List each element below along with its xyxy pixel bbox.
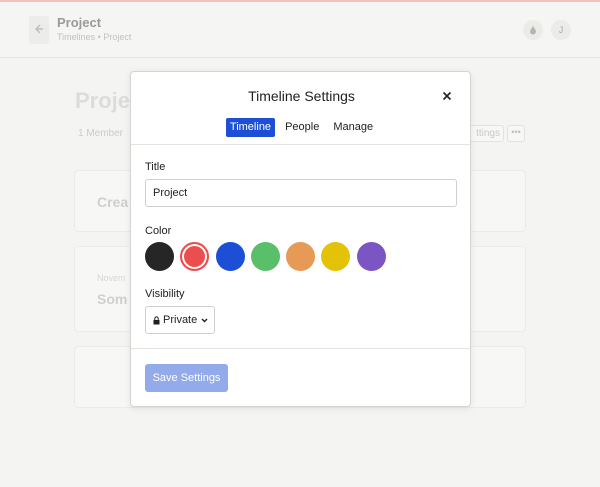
visibility-value: Private xyxy=(163,314,198,326)
chevron-down-icon xyxy=(201,318,208,323)
color-label: Color xyxy=(145,225,172,237)
tab-people[interactable]: People xyxy=(281,118,323,137)
background-members: 1 Member xyxy=(78,128,124,139)
project-title: Project xyxy=(57,15,102,30)
color-swatch[interactable] xyxy=(356,242,386,271)
tab-timeline[interactable]: Timeline xyxy=(225,118,276,137)
arrow-left-icon xyxy=(33,22,45,38)
drop-icon[interactable] xyxy=(523,20,543,40)
color-swatch[interactable] xyxy=(250,242,280,271)
top-bar: Project Timelines • Project J xyxy=(0,2,600,58)
background-card-date: Novem xyxy=(97,273,126,283)
title-input[interactable] xyxy=(145,179,457,207)
avatar[interactable]: J xyxy=(551,20,571,40)
close-button[interactable] xyxy=(437,87,457,107)
back-button[interactable] xyxy=(29,16,49,44)
tab-bar: Timeline People Manage xyxy=(131,118,472,137)
background-card-title: Crea xyxy=(97,194,129,210)
visibility-label: Visibility xyxy=(145,288,185,300)
color-swatch[interactable] xyxy=(321,242,351,271)
divider xyxy=(131,144,472,145)
color-swatch[interactable] xyxy=(145,242,174,271)
modal-title: Timeline Settings xyxy=(248,88,355,104)
lock-icon xyxy=(153,315,160,325)
tab-manage[interactable]: Manage xyxy=(329,118,377,137)
color-swatch[interactable] xyxy=(180,242,210,271)
timeline-settings-modal: Timeline Settings Timeline People Manage… xyxy=(130,71,472,407)
save-settings-button[interactable]: Save Settings xyxy=(145,364,228,392)
color-swatch[interactable] xyxy=(215,242,245,271)
breadcrumb: Timelines • Project xyxy=(57,32,132,42)
color-swatches xyxy=(145,242,392,271)
more-options-button[interactable]: ••• xyxy=(507,125,525,142)
divider xyxy=(131,348,472,349)
background-page-title: Proje xyxy=(75,88,131,113)
color-swatch[interactable] xyxy=(286,242,316,271)
background-card-title: Som xyxy=(97,291,128,307)
close-icon xyxy=(442,88,452,106)
title-label: Title xyxy=(145,161,166,173)
visibility-select[interactable]: Private xyxy=(145,306,215,334)
